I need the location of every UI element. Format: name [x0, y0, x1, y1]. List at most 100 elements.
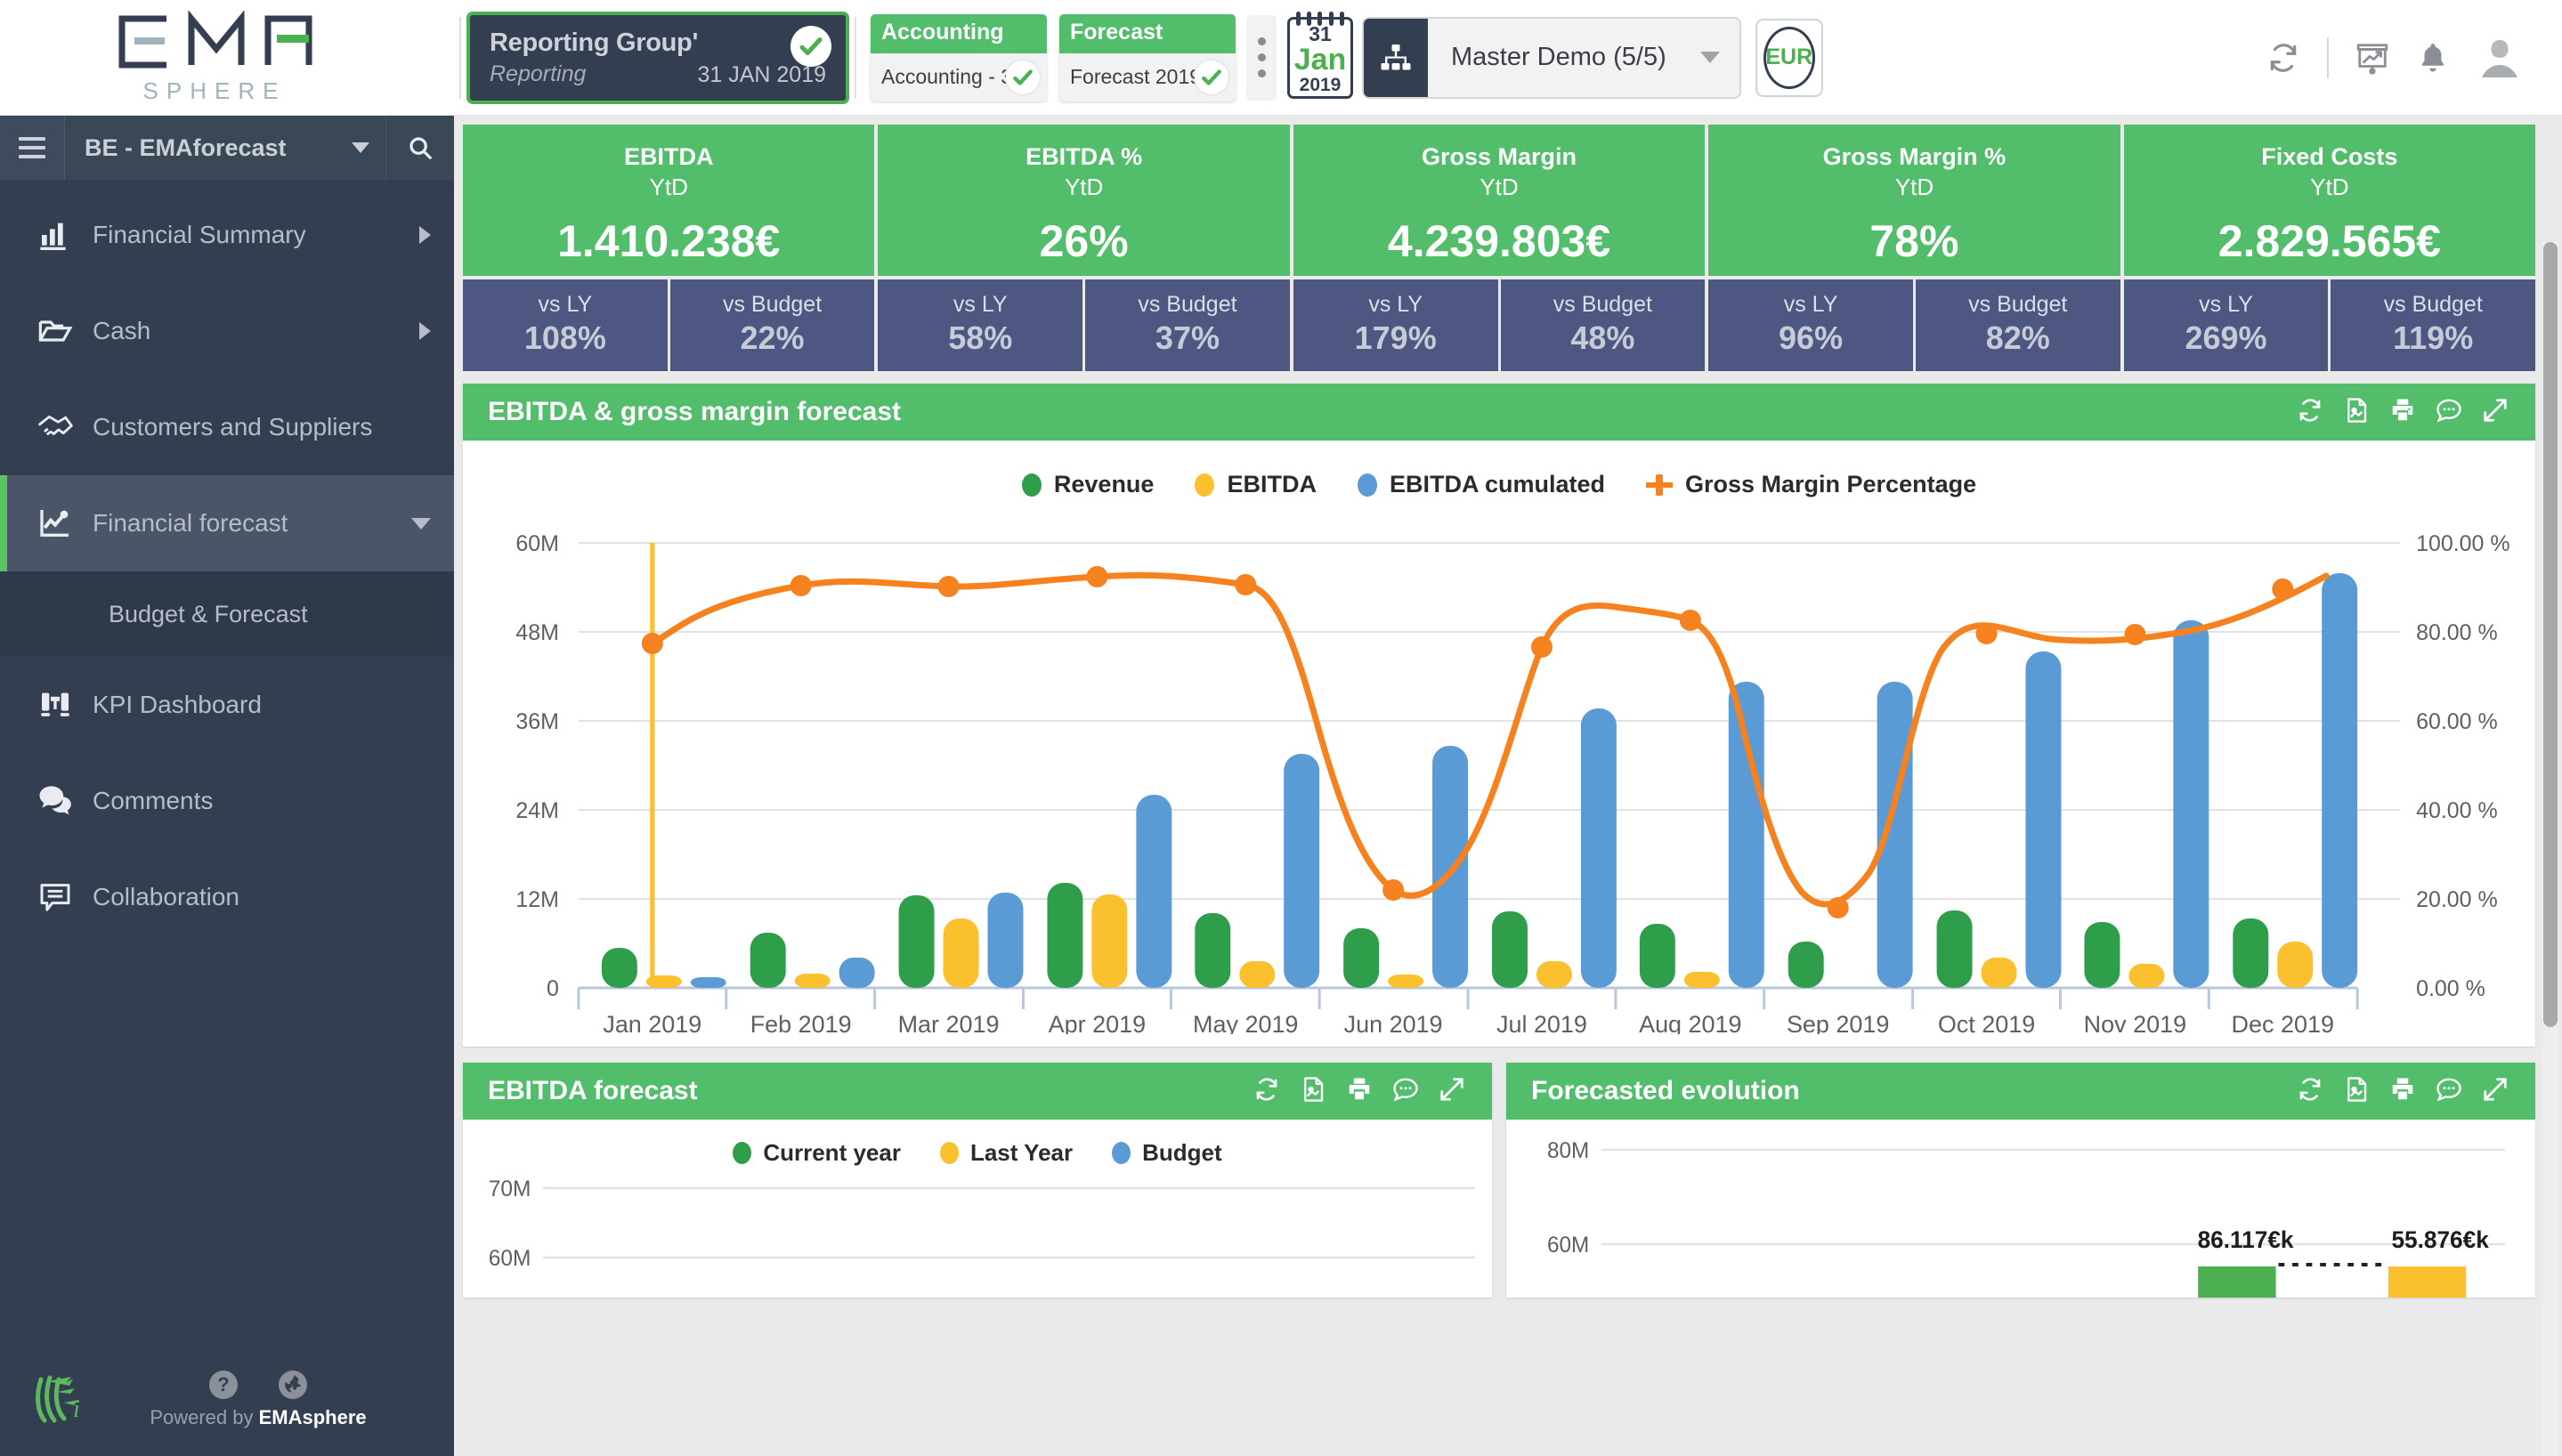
- dashboard-app: SPHERE Reporting Group' Reporting 31 JAN…: [0, 0, 2562, 1456]
- sidebar-item-collaboration[interactable]: Collaboration: [0, 849, 454, 945]
- kpi-card-ebitda[interactable]: EBITDA YtD 1.410.238€ vs LY 108% vs Budg…: [463, 125, 875, 371]
- expand-icon[interactable]: [2482, 397, 2509, 428]
- print-icon[interactable]: [2389, 1076, 2416, 1107]
- svg-text:Aug 2019: Aug 2019: [1639, 1011, 1741, 1034]
- legend-item-budget[interactable]: Budget: [1112, 1139, 1222, 1167]
- sidebar-dashboard-selector[interactable]: BE - EMAforecast: [64, 116, 386, 180]
- search-icon[interactable]: [386, 116, 454, 180]
- handshake-icon: [37, 409, 93, 445]
- entity-selector[interactable]: Master Demo (5/5): [1362, 16, 1741, 99]
- legend-item-revenue[interactable]: Revenue: [1021, 471, 1154, 498]
- reporting-group-card[interactable]: Reporting Group' Reporting 31 JAN 2019: [466, 11, 849, 104]
- sidebar-item-comments[interactable]: Comments: [0, 753, 454, 849]
- main-chart-svg: 60M 48M 36M 24M 12M 0 100.00 % 80.00 % 6…: [515, 531, 2509, 1034]
- chevron-down-icon: [352, 142, 369, 153]
- kpi-value: 2.829.565€: [2217, 215, 2441, 266]
- kpi-sub-vs-budget[interactable]: vs Budget 82%: [1915, 279, 2120, 371]
- svg-text:20.00 %: 20.00 %: [2416, 887, 2498, 912]
- kpi-sub-vs-budget[interactable]: vs Budget 48%: [1500, 279, 1706, 371]
- scrollbar-thumb[interactable]: [2543, 242, 2558, 1027]
- legend-item-last-year[interactable]: Last Year: [939, 1139, 1073, 1167]
- sidebar-item-customers-and-suppliers[interactable]: Customers and Suppliers: [0, 379, 454, 475]
- main-chart-plot[interactable]: 60M 48M 36M 24M 12M 0 100.00 % 80.00 % 6…: [463, 518, 2535, 1034]
- bar-current: [2198, 1266, 2276, 1298]
- legend-label: Gross Margin Percentage: [1684, 471, 1977, 497]
- bottom-panels-row: EBITDA forecast Current year Last Year B…: [463, 1063, 2535, 1298]
- kpi-sub-value: 269%: [2185, 320, 2267, 356]
- refresh-icon[interactable]: [2297, 1076, 2323, 1107]
- legend-item-ebitda[interactable]: EBITDA: [1195, 471, 1317, 498]
- svg-text:24M: 24M: [515, 798, 559, 823]
- kpi-sub-vs-budget[interactable]: vs Budget 22%: [669, 279, 875, 371]
- check-circle-icon: [790, 25, 831, 67]
- kpi-sub-vs-ly[interactable]: vs LY 96%: [1708, 279, 1913, 371]
- export-image-icon[interactable]: [1300, 1076, 1326, 1107]
- kpi-sub-vs-ly[interactable]: vs LY 179%: [1293, 279, 1498, 371]
- legend-item-gross-margin-percentage[interactable]: Gross Margin Percentage: [1645, 471, 1977, 498]
- panel-ebitda-forecast: EBITDA forecast Current year Last Year B…: [463, 1063, 1492, 1298]
- refresh-icon[interactable]: [2266, 41, 2300, 75]
- kpi-sub-label: vs LY: [538, 292, 593, 317]
- expand-icon[interactable]: [2482, 1076, 2509, 1107]
- ebitda-forecast-svg: 70M 60M: [489, 1177, 1475, 1271]
- app-logo[interactable]: SPHERE: [0, 0, 454, 116]
- kpi-sub-vs-ly[interactable]: vs LY 269%: [2123, 279, 2329, 371]
- kpi-name: EBITDA %: [1026, 143, 1143, 170]
- refresh-icon[interactable]: [2297, 397, 2323, 428]
- sidebar-item-cash[interactable]: Cash: [0, 283, 454, 379]
- chevron-down-icon: [1699, 52, 1720, 63]
- kpi-card-ebitda-percent[interactable]: EBITDA % YtD 26% vs LY 58% vs Budget 37%: [878, 125, 1290, 371]
- calendar-widget[interactable]: 31 Jan 2019: [1287, 11, 1353, 99]
- refresh-icon[interactable]: [1253, 1076, 1280, 1107]
- sidebar-item-financial-forecast[interactable]: Financial forecast: [0, 475, 454, 571]
- forecasted-evolution-body[interactable]: 80M 60M 86.117€k 55.876€k: [1506, 1120, 2535, 1298]
- kpi-card-gross-margin[interactable]: Gross Margin YtD 4.239.803€ vs LY 179% v…: [1293, 125, 1706, 371]
- export-image-icon[interactable]: [2343, 1076, 2370, 1107]
- y-tick-60m: 60M: [1547, 1234, 1589, 1258]
- print-icon[interactable]: [2389, 397, 2416, 428]
- forecast-card[interactable]: Forecast Forecast 2019 Gr...: [1059, 13, 1236, 101]
- sidebar-item-financial-summary[interactable]: Financial Summary: [0, 187, 454, 283]
- print-icon[interactable]: [1346, 1076, 1373, 1107]
- svg-text:Dec 2019: Dec 2019: [2232, 1011, 2334, 1034]
- legend-item-current-year[interactable]: Current year: [733, 1139, 901, 1167]
- chevron-down-icon: [411, 517, 431, 530]
- kebab-menu-icon[interactable]: [1246, 14, 1277, 101]
- sidebar-item-kpi-dashboard[interactable]: KPI Dashboard: [0, 657, 454, 753]
- legend-item-ebitda-cumulated[interactable]: EBITDA cumulated: [1357, 471, 1605, 498]
- kpi-card-fixed-costs[interactable]: Fixed Costs YtD 2.829.565€ vs LY 269% vs…: [2123, 125, 2536, 371]
- comment-icon[interactable]: [1392, 1076, 1419, 1107]
- avatar[interactable]: [2477, 35, 2523, 81]
- panel-title: EBITDA forecast: [488, 1076, 698, 1105]
- sidebar-item-label: Financial Summary: [93, 221, 306, 248]
- sidebar-nav: Financial Summary Cash Customers and Sup…: [0, 180, 454, 1344]
- kpi-period: YtD: [1064, 173, 1104, 200]
- y-tick-70m: 70M: [489, 1177, 531, 1201]
- kpi-sub-vs-ly[interactable]: vs LY 108%: [463, 279, 668, 371]
- ebitda-forecast-body[interactable]: Current year Last Year Budget 70M 60M: [463, 1120, 1492, 1298]
- comment-icon[interactable]: [2436, 1076, 2462, 1107]
- sidebar-subitem-budget-and-forecast[interactable]: Budget & Forecast: [0, 571, 454, 657]
- accounting-card-value: Accounting - 31 J...: [881, 65, 1006, 88]
- panel-forecasted-evolution: Forecasted evolution 80M 60M 86.117€k 55…: [1506, 1063, 2535, 1298]
- question-mark-icon[interactable]: ?: [209, 1371, 238, 1399]
- export-image-icon[interactable]: [2343, 397, 2370, 428]
- accounting-card[interactable]: Accounting Accounting - 31 J...: [871, 13, 1047, 101]
- presentation-chart-icon[interactable]: [2355, 41, 2389, 75]
- comment-icon[interactable]: [2436, 397, 2462, 428]
- kpi-sub-vs-budget[interactable]: vs Budget 37%: [1085, 279, 1290, 371]
- kpi-name: Fixed Costs: [2261, 143, 2398, 170]
- kpi-sub-vs-budget[interactable]: vs Budget 119%: [2331, 279, 2536, 371]
- kpi-sub-vs-ly[interactable]: vs LY 58%: [878, 279, 1083, 371]
- main-scrollbar[interactable]: [2542, 242, 2558, 1456]
- currency-button[interactable]: EUR: [1755, 18, 1823, 97]
- svg-text:Feb 2019: Feb 2019: [750, 1011, 852, 1034]
- bell-icon[interactable]: [2416, 41, 2450, 75]
- toolbar-divider: [459, 16, 461, 99]
- kpi-card-gross-margin-percent[interactable]: Gross Margin % YtD 78% vs LY 96% vs Budg…: [1708, 125, 2120, 371]
- binoculars-icon: [37, 687, 93, 723]
- sidebar-item-label: Cash: [93, 317, 151, 344]
- expand-icon[interactable]: [1439, 1076, 1465, 1107]
- globe-icon[interactable]: [279, 1371, 307, 1399]
- hamburger-icon[interactable]: [0, 116, 64, 180]
